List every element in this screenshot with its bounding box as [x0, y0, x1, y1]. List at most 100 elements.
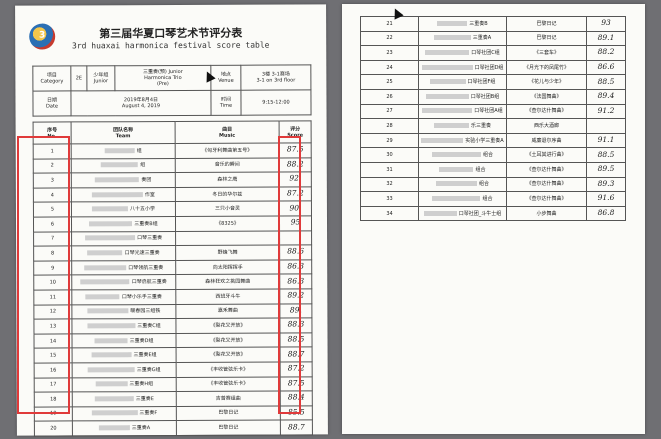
- row-number-text: 27: [386, 108, 393, 115]
- row-number: 27: [360, 103, 419, 120]
- row-team-text: 口琴领航三重奏: [128, 264, 164, 271]
- header-music: 曲目 Music: [175, 121, 280, 144]
- row-number: 28: [360, 118, 419, 134]
- row-music: 冬日的华尔兹: [175, 186, 280, 202]
- row-team: 组: [71, 143, 176, 159]
- time-value: 9:15-12:00: [240, 89, 312, 116]
- highlight-score-column: [278, 136, 301, 414]
- row-music-text: 威廉退尔序曲: [531, 137, 562, 144]
- row-music: 《查尔达什舞曲》: [506, 161, 587, 178]
- row-team-text: 实验小学三重奏A: [465, 137, 504, 144]
- row-music: 《梨花又开放》: [176, 347, 281, 363]
- row-music-text: 《丰收管弦乐卡》: [208, 366, 249, 373]
- redacted-area: [87, 250, 123, 256]
- row-score: 88.2: [586, 45, 626, 61]
- row-team: 口琴小乐手三重奏: [71, 289, 176, 305]
- row-score-text: 91.6: [597, 193, 615, 203]
- table-row: 15 三重奏E组 《梨花又开放》 88.7: [34, 347, 313, 364]
- highlight-number-column: [17, 136, 70, 414]
- row-score-text: 93: [601, 18, 611, 28]
- table-row: 23 口琴社团C组 《三套车》 88.2: [360, 45, 626, 61]
- row-music-text: 向太阳挥挥手: [212, 264, 243, 271]
- row-team-text: 口琴社团D组: [474, 64, 504, 71]
- row-score-text: 89.3: [597, 178, 615, 188]
- redacted-area: [425, 49, 470, 55]
- header-team: 团队名称 Team: [71, 121, 176, 144]
- row-music-text: 吉普赛组曲: [215, 395, 241, 402]
- row-team: 组合: [418, 147, 507, 163]
- redacted-area: [94, 396, 134, 402]
- venue-value: 3楼 3-1赛场 3-1 on 3rd floor: [240, 64, 311, 91]
- row-score-text: 91.2: [597, 105, 615, 115]
- row-music: 森林之鹰: [175, 172, 280, 188]
- row-number: 32: [360, 176, 419, 193]
- row-music-text: 小步舞曲: [536, 210, 557, 217]
- row-team: 三重奏A: [418, 30, 507, 47]
- row-score-text: 91.1: [597, 135, 615, 145]
- row-score: 89.5: [586, 161, 626, 178]
- sheet-title-en: 3rd huaxai harmonica festival score tabl…: [71, 40, 270, 51]
- score-sheet-page-2: 21 三重奏B 巴黎日记 93 22 三重奏A 巴黎日记 89.1 23 口琴社团C组 《三套车》 8…: [342, 4, 645, 434]
- redacted-area: [101, 162, 139, 168]
- row-team-text: 口琴小乐手三重奏: [121, 293, 162, 300]
- row-team-text: 奏团: [141, 177, 152, 184]
- row-team-text: 组合: [475, 166, 486, 173]
- info-table: 项目 Category 2E 少年组 Junior 三重奏(预) Junior Har…: [32, 64, 312, 117]
- row-score: 93: [586, 16, 626, 32]
- row-team: 作室: [71, 187, 176, 203]
- row-music: 三只小音灵: [175, 201, 280, 217]
- row-music-text: 西乐大酒廊: [533, 122, 559, 129]
- row-number: 21: [360, 16, 419, 32]
- table-row: 26 口琴社团B组 《法国舞曲》 89.4: [360, 88, 626, 105]
- row-score-text: 88.5: [597, 76, 615, 86]
- row-team: 口琴社团A组: [418, 103, 507, 120]
- row-number: 26: [360, 88, 419, 105]
- table-row: 34 口琴社团_斗牛士组 小步舞曲 86.8: [360, 205, 626, 222]
- redacted-area: [95, 381, 128, 387]
- row-music: 吉普赛组曲: [176, 391, 281, 407]
- row-team: 口琴三重奏: [71, 231, 176, 247]
- level-value: 少年组 Junior: [86, 65, 115, 91]
- row-team-text: 口琴社团_斗牛士组: [458, 210, 502, 217]
- row-score: 86.8: [586, 205, 626, 222]
- row-team-text: 三重奏E: [135, 395, 154, 403]
- redacted-area: [80, 279, 130, 285]
- row-team: 三重奏G组: [72, 362, 177, 378]
- row-music-text: 《三套车》: [533, 49, 559, 56]
- row-team: 口琴社团F组: [418, 74, 507, 90]
- row-music-text: 《月光下的凤尾竹》: [523, 64, 569, 71]
- table-row: 31 组合 《查尔达什舞曲》 89.5: [360, 161, 626, 178]
- table-row: 4 作室 冬日的华尔兹 87.2: [33, 186, 312, 203]
- row-team: 口琴领航三重奏: [71, 260, 176, 276]
- row-score-text: 86.8: [597, 208, 615, 218]
- row-team-text: 三重奏B: [469, 20, 488, 27]
- row-music: 《梨花又开放》: [175, 318, 280, 334]
- row-music-text: 《花儿与少年》: [528, 79, 564, 86]
- row-number: 29: [360, 132, 419, 149]
- redacted-area: [85, 293, 120, 300]
- table-row: 2 组音乐的瞬间 88.2: [33, 157, 312, 174]
- row-music-text: 《梨花又开放》: [210, 351, 246, 358]
- row-number-text: 24: [386, 64, 393, 71]
- row-music-text: 嘉禾舞曲: [217, 308, 238, 315]
- table-row: 27 口琴社团A组 《查尔达什舞曲》 91.2: [360, 103, 626, 120]
- row-score-text: 88.2: [597, 47, 615, 57]
- row-team-text: 三重奏D组: [129, 337, 154, 344]
- row-music-text: 《8325》: [216, 220, 239, 227]
- row-music: 《查尔达什舞曲》: [506, 103, 587, 120]
- row-team-text: 三重奏F: [139, 410, 158, 417]
- row-music-text: 巴黎日记: [536, 35, 557, 42]
- row-music-text: 《梨花又开放》: [210, 322, 246, 329]
- redacted-area: [439, 166, 474, 172]
- row-number-text: 25: [386, 79, 393, 86]
- table-row: 18 三重奏E 吉普赛组曲 88.4: [34, 390, 313, 407]
- row-music: 《8325》: [175, 215, 280, 232]
- table-row: 6 三重奏B组 《8325》 95: [33, 215, 312, 232]
- row-music: 西班牙斗牛: [175, 288, 280, 305]
- redacted-area: [91, 352, 132, 358]
- redacted-area: [433, 122, 469, 128]
- row-music: 向太阳挥挥手: [175, 259, 280, 275]
- row-music: 野蜂飞舞: [175, 245, 280, 261]
- row-number-text: 33: [386, 195, 393, 202]
- row-team-text: 口琴启航三重奏: [131, 279, 167, 286]
